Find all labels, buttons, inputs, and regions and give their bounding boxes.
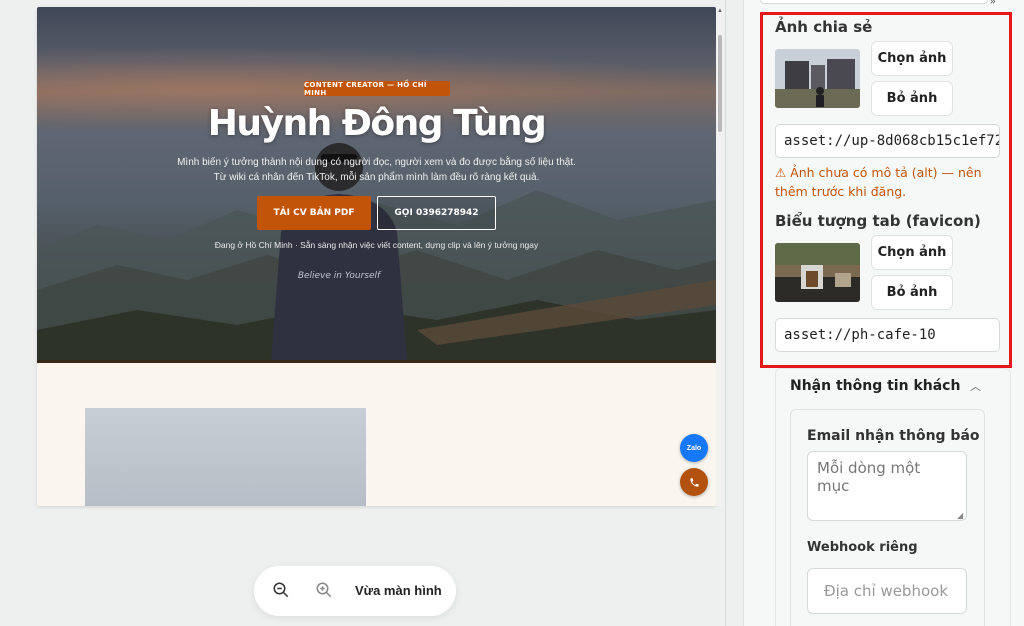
webhook-label: Webhook riêng: [807, 540, 918, 555]
zalo-chat-button[interactable]: Zalo: [680, 434, 708, 462]
hero-subtitle: Mình biến ý tưởng thành nội dung có ngườ…: [37, 155, 716, 185]
call-button[interactable]: GỌI 0396278942: [377, 196, 496, 230]
highlight-box: [760, 12, 1012, 368]
scroll-up-arrow-icon[interactable]: ▲: [717, 8, 723, 14]
webhook-input[interactable]: Địa chỉ webhook: [807, 568, 967, 614]
email-notify-label: Email nhận thông báo: [807, 428, 980, 444]
hero-section: Believe in Yourself CONTENT CREATOR — HỒ…: [37, 7, 716, 360]
customer-info-title[interactable]: Nhận thông tin khách: [790, 378, 960, 394]
chevron-double-icon[interactable]: »: [990, 0, 996, 7]
zoom-toolbar: Vừa màn hình: [254, 566, 456, 616]
zoom-in-icon: [316, 582, 332, 598]
hero-eyebrow-badge: CONTENT CREATOR — HỒ CHÍ MINH: [304, 81, 450, 97]
hero-subtitle-line-1: Mình biến ý tưởng thành nội dung có ngườ…: [177, 157, 576, 168]
hero-meta-text: Đang ở Hồ Chí Minh · Sẵn sàng nhận việc …: [214, 240, 539, 250]
fit-to-screen-button[interactable]: Vừa màn hình: [355, 583, 442, 598]
phone-icon: [689, 477, 699, 487]
zoom-out-icon: [273, 582, 289, 598]
svg-text:Believe in Yourself: Believe in Yourself: [298, 271, 382, 281]
site-preview: Believe in Yourself CONTENT CREATOR — HỒ…: [37, 7, 716, 506]
hero-name-heading: Huỳnh Đông Tùng: [207, 103, 547, 144]
preview-scrollbar-thumb[interactable]: [718, 35, 722, 132]
hero-subtitle-line-2: Từ wiki cá nhân đến TikTok, mỗi sản phẩm…: [213, 172, 540, 183]
email-notify-textarea[interactable]: Mỗi dòng một mục: [807, 451, 967, 521]
hero-person-image: Believe in Yourself: [271, 143, 407, 360]
content-image: [85, 408, 366, 506]
download-cv-button[interactable]: TẢI CV BẢN PDF: [257, 196, 371, 230]
phone-call-fab[interactable]: [680, 468, 708, 496]
resize-handle-icon[interactable]: ◢: [957, 511, 963, 520]
zoom-out-button[interactable]: [272, 581, 292, 601]
chevron-up-icon[interactable]: ︿: [970, 378, 981, 394]
zoom-in-button[interactable]: [315, 581, 335, 601]
collapsed-section-edge: [760, 0, 988, 4]
